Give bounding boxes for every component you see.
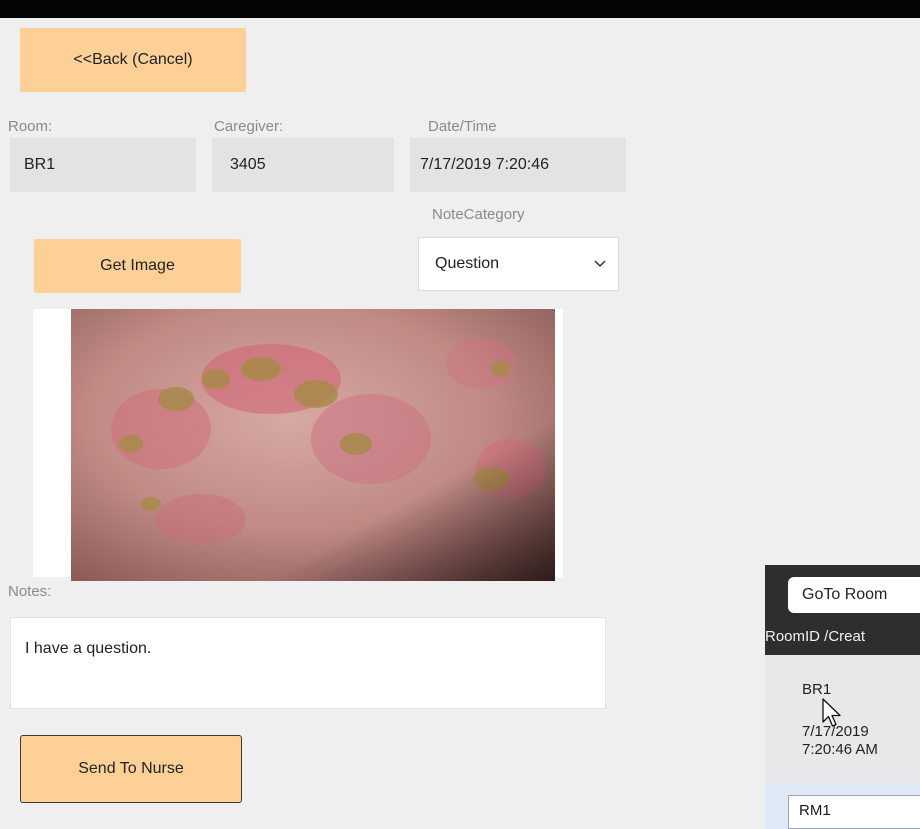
note-category-label: NoteCategory	[432, 206, 525, 223]
get-image-button[interactable]: Get Image	[34, 239, 241, 293]
notes-label: Notes:	[8, 583, 52, 600]
chevron-down-icon	[594, 255, 606, 273]
mouse-pointer-icon	[822, 698, 842, 733]
room-item-time: 7:20:46 AM	[802, 741, 878, 758]
room-label: Room:	[8, 118, 53, 135]
back-cancel-button[interactable]: <<Back (Cancel)	[20, 28, 246, 92]
top-bar	[0, 0, 920, 18]
room-list-column-header: RoomID /Creat	[765, 628, 866, 645]
skin-rash-photo	[71, 309, 555, 581]
room-field: BR1	[10, 138, 196, 192]
goto-room-button[interactable]: GoTo Room	[788, 577, 920, 613]
caregiver-label: Caregiver:	[214, 118, 284, 135]
caregiver-field: 3405	[212, 138, 394, 192]
room-item-id: RM1	[788, 795, 920, 829]
note-category-value: Question	[435, 255, 500, 272]
notes-textarea[interactable]: I have a question.	[10, 617, 606, 709]
datetime-label: Date/Time	[428, 118, 497, 135]
send-to-nurse-button[interactable]: Send To Nurse	[20, 735, 242, 803]
room-list-item[interactable]	[765, 655, 920, 783]
datetime-field: 7/17/2019 7:20:46	[410, 138, 626, 192]
note-category-select[interactable]: Question	[418, 237, 619, 291]
room-item-id: BR1	[802, 681, 832, 698]
